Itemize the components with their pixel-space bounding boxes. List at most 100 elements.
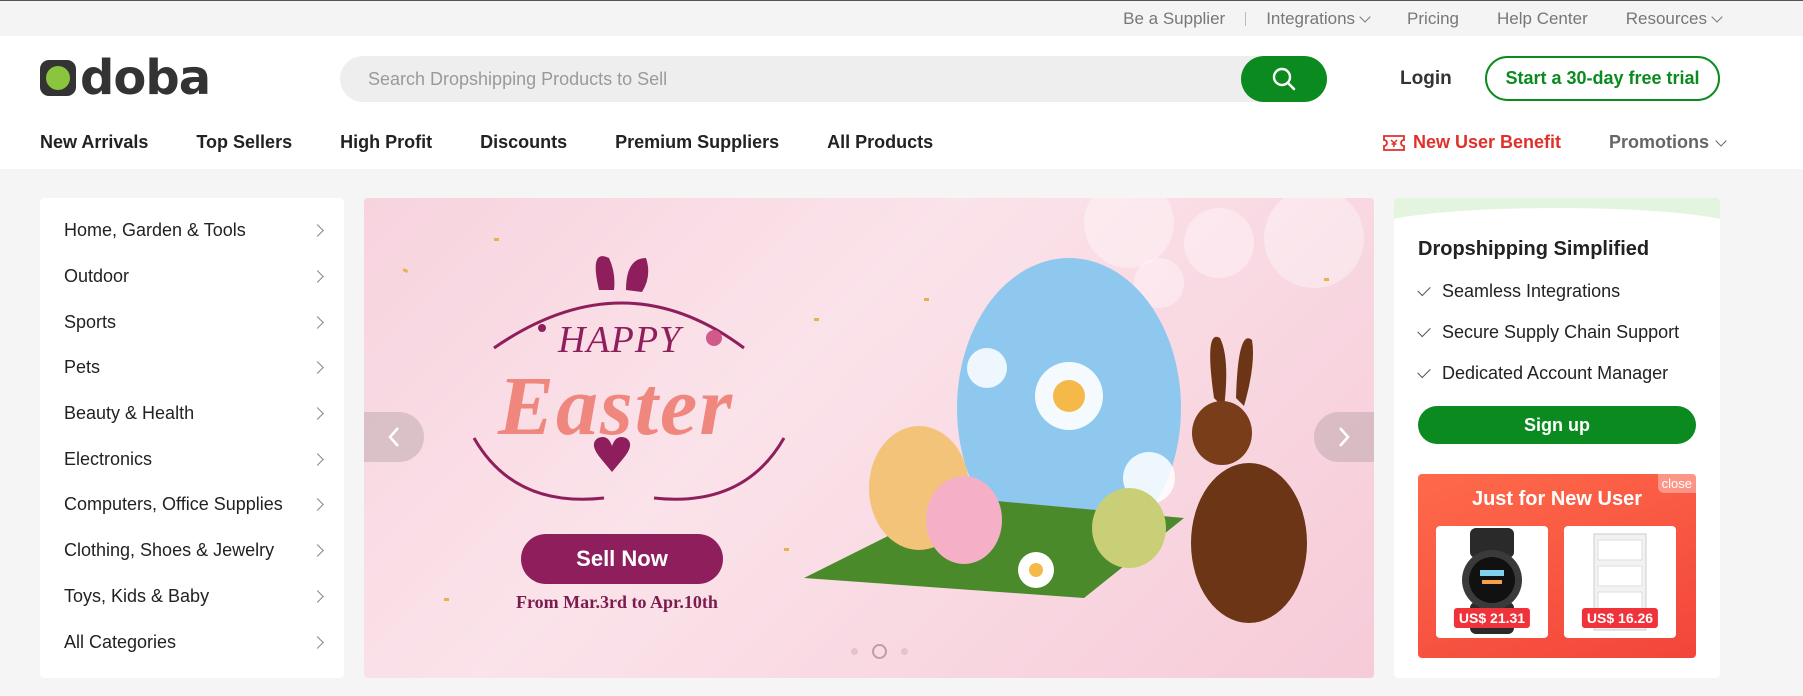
chevron-left-icon <box>388 427 399 447</box>
resources-label: Resources <box>1625 9 1707 28</box>
nav-premium-suppliers[interactable]: Premium Suppliers <box>615 132 779 153</box>
top-utility-bar: Be a Supplier Integrations Pricing Help … <box>0 0 1803 36</box>
chevron-right-icon <box>311 407 324 420</box>
banner-easter-text: Easter <box>498 360 735 453</box>
free-trial-button[interactable]: Start a 30-day free trial <box>1485 56 1720 101</box>
chevron-right-icon <box>311 498 324 512</box>
promo-dates: From Mar.3rd to Apr.10th <box>516 592 718 612</box>
chevron-right-icon <box>311 544 324 558</box>
pricing-link[interactable]: Pricing <box>1407 9 1459 29</box>
main-header: doba Login Start a 30-day free trial New… <box>0 36 1803 169</box>
carousel-prev-button[interactable] <box>364 412 424 462</box>
help-center-link[interactable]: Help Center <box>1497 9 1588 29</box>
signup-panel: Dropshipping Simplified Seamless Integra… <box>1394 198 1720 678</box>
chevron-right-icon <box>311 589 324 603</box>
logo-wordmark: doba <box>80 50 211 106</box>
resources-menu[interactable]: Resources <box>1625 9 1723 29</box>
integrations-label: Integrations <box>1266 9 1356 28</box>
feature-item: Seamless Integrations <box>1417 281 1621 302</box>
easter-promo-banner[interactable]: HAPPY Easter Sell Now From Mar.3rd to Ap… <box>364 198 1374 678</box>
chevron-down-icon <box>1711 11 1723 23</box>
category-item[interactable]: Computers, Office Supplies <box>40 482 344 528</box>
sell-now-button[interactable]: Sell Now <box>521 534 723 584</box>
promotions-label: Promotions <box>1609 132 1710 152</box>
new-user-offer[interactable]: Just for New User close US$ 21.31 US$ 16… <box>1418 474 1696 658</box>
category-label: Toys, Kids & Baby <box>64 585 210 606</box>
category-item[interactable]: All Categories <box>40 619 344 665</box>
login-link[interactable]: Login <box>1400 68 1452 90</box>
chevron-right-icon <box>311 270 324 283</box>
be-a-supplier-link[interactable]: Be a Supplier <box>1123 9 1225 29</box>
product-card-smartwatch[interactable]: US$ 21.31 <box>1436 526 1548 638</box>
category-label: Sports <box>64 311 117 332</box>
logo-mark-icon <box>40 60 76 96</box>
checkmark-icon <box>1417 364 1431 379</box>
new-user-benefit-link[interactable]: New User Benefit <box>1383 132 1561 153</box>
new-user-title: Just for New User <box>1471 488 1643 510</box>
category-label: All Categories <box>64 631 177 652</box>
search-icon <box>1272 67 1296 91</box>
chevron-right-icon <box>1339 427 1350 447</box>
chevron-down-icon <box>1359 11 1371 23</box>
promotions-menu[interactable]: Promotions <box>1609 132 1727 153</box>
nav-right: New User Benefit Promotions <box>1383 132 1727 153</box>
carousel-dot[interactable] <box>851 648 858 655</box>
category-label: Beauty & Health <box>64 403 195 424</box>
feature-item: Dedicated Account Manager <box>1417 363 1669 384</box>
feature-label: Seamless Integrations <box>1442 281 1621 301</box>
utility-links: Be a Supplier Integrations Pricing Help … <box>1085 9 1723 29</box>
carousel-dot[interactable] <box>901 648 908 655</box>
category-label: Outdoor <box>64 266 130 287</box>
chevron-down-icon <box>1715 134 1727 147</box>
chevron-right-icon <box>311 224 324 238</box>
nav-top-sellers[interactable]: Top Sellers <box>196 132 292 153</box>
nav-discounts[interactable]: Discounts <box>480 132 567 153</box>
close-offer-button[interactable]: close <box>1657 474 1696 493</box>
panel-title: Dropshipping Simplified <box>1418 238 1650 260</box>
search-bar <box>340 56 1327 102</box>
price-tag: US$ 21.31 <box>1453 608 1531 628</box>
chevron-right-icon <box>311 361 324 375</box>
search-button[interactable] <box>1241 56 1327 102</box>
category-item[interactable]: Sports <box>40 299 344 345</box>
chevron-right-icon <box>311 315 324 329</box>
chevron-right-icon <box>311 635 324 649</box>
feature-item: Secure Supply Chain Support <box>1417 322 1680 343</box>
category-label: Electronics <box>64 448 153 469</box>
sign-up-button[interactable]: Sign up <box>1418 406 1696 444</box>
category-label: Home, Garden & Tools <box>64 220 246 241</box>
checkmark-icon <box>1417 323 1431 338</box>
nav-high-profit[interactable]: High Profit <box>340 132 432 153</box>
feature-label: Secure Supply Chain Support <box>1442 322 1680 342</box>
carousel-indicators <box>844 644 915 659</box>
panel-header-decoration <box>1394 198 1720 248</box>
feature-label: Dedicated Account Manager <box>1442 363 1669 383</box>
doba-logo[interactable]: doba <box>40 50 211 106</box>
category-menu: Home, Garden & Tools Outdoor Sports Pets… <box>40 198 344 678</box>
carousel-next-button[interactable] <box>1314 412 1374 462</box>
banner-happy-text: HAPPY <box>558 319 682 361</box>
category-item[interactable]: Clothing, Shoes & Jewelry <box>40 528 344 574</box>
new-user-benefit-label: New User Benefit <box>1413 132 1562 152</box>
category-item[interactable]: Outdoor <box>40 254 344 300</box>
category-item[interactable]: Toys, Kids & Baby <box>40 574 344 620</box>
search-input[interactable] <box>368 56 1218 102</box>
category-item[interactable]: Home, Garden & Tools <box>40 208 344 254</box>
category-label: Clothing, Shoes & Jewelry <box>64 540 275 561</box>
category-item[interactable]: Pets <box>40 345 344 391</box>
category-item[interactable]: Beauty & Health <box>40 391 344 437</box>
ticket-icon <box>1383 134 1405 151</box>
category-label: Computers, Office Supplies <box>64 494 283 515</box>
integrations-menu[interactable]: Integrations <box>1266 9 1371 29</box>
nav-new-arrivals[interactable]: New Arrivals <box>40 132 148 153</box>
carousel-dot-active[interactable] <box>872 644 887 659</box>
main-nav: New Arrivals Top Sellers High Profit Dis… <box>40 132 981 153</box>
category-label: Pets <box>64 357 101 378</box>
product-card-storage-drawers[interactable]: US$ 16.26 <box>1564 526 1676 638</box>
nav-all-products[interactable]: All Products <box>827 132 933 153</box>
chevron-right-icon <box>311 452 324 466</box>
checkmark-icon <box>1417 282 1431 297</box>
divider <box>1245 12 1247 26</box>
price-tag: US$ 16.26 <box>1581 608 1659 628</box>
category-item[interactable]: Electronics <box>40 436 344 482</box>
